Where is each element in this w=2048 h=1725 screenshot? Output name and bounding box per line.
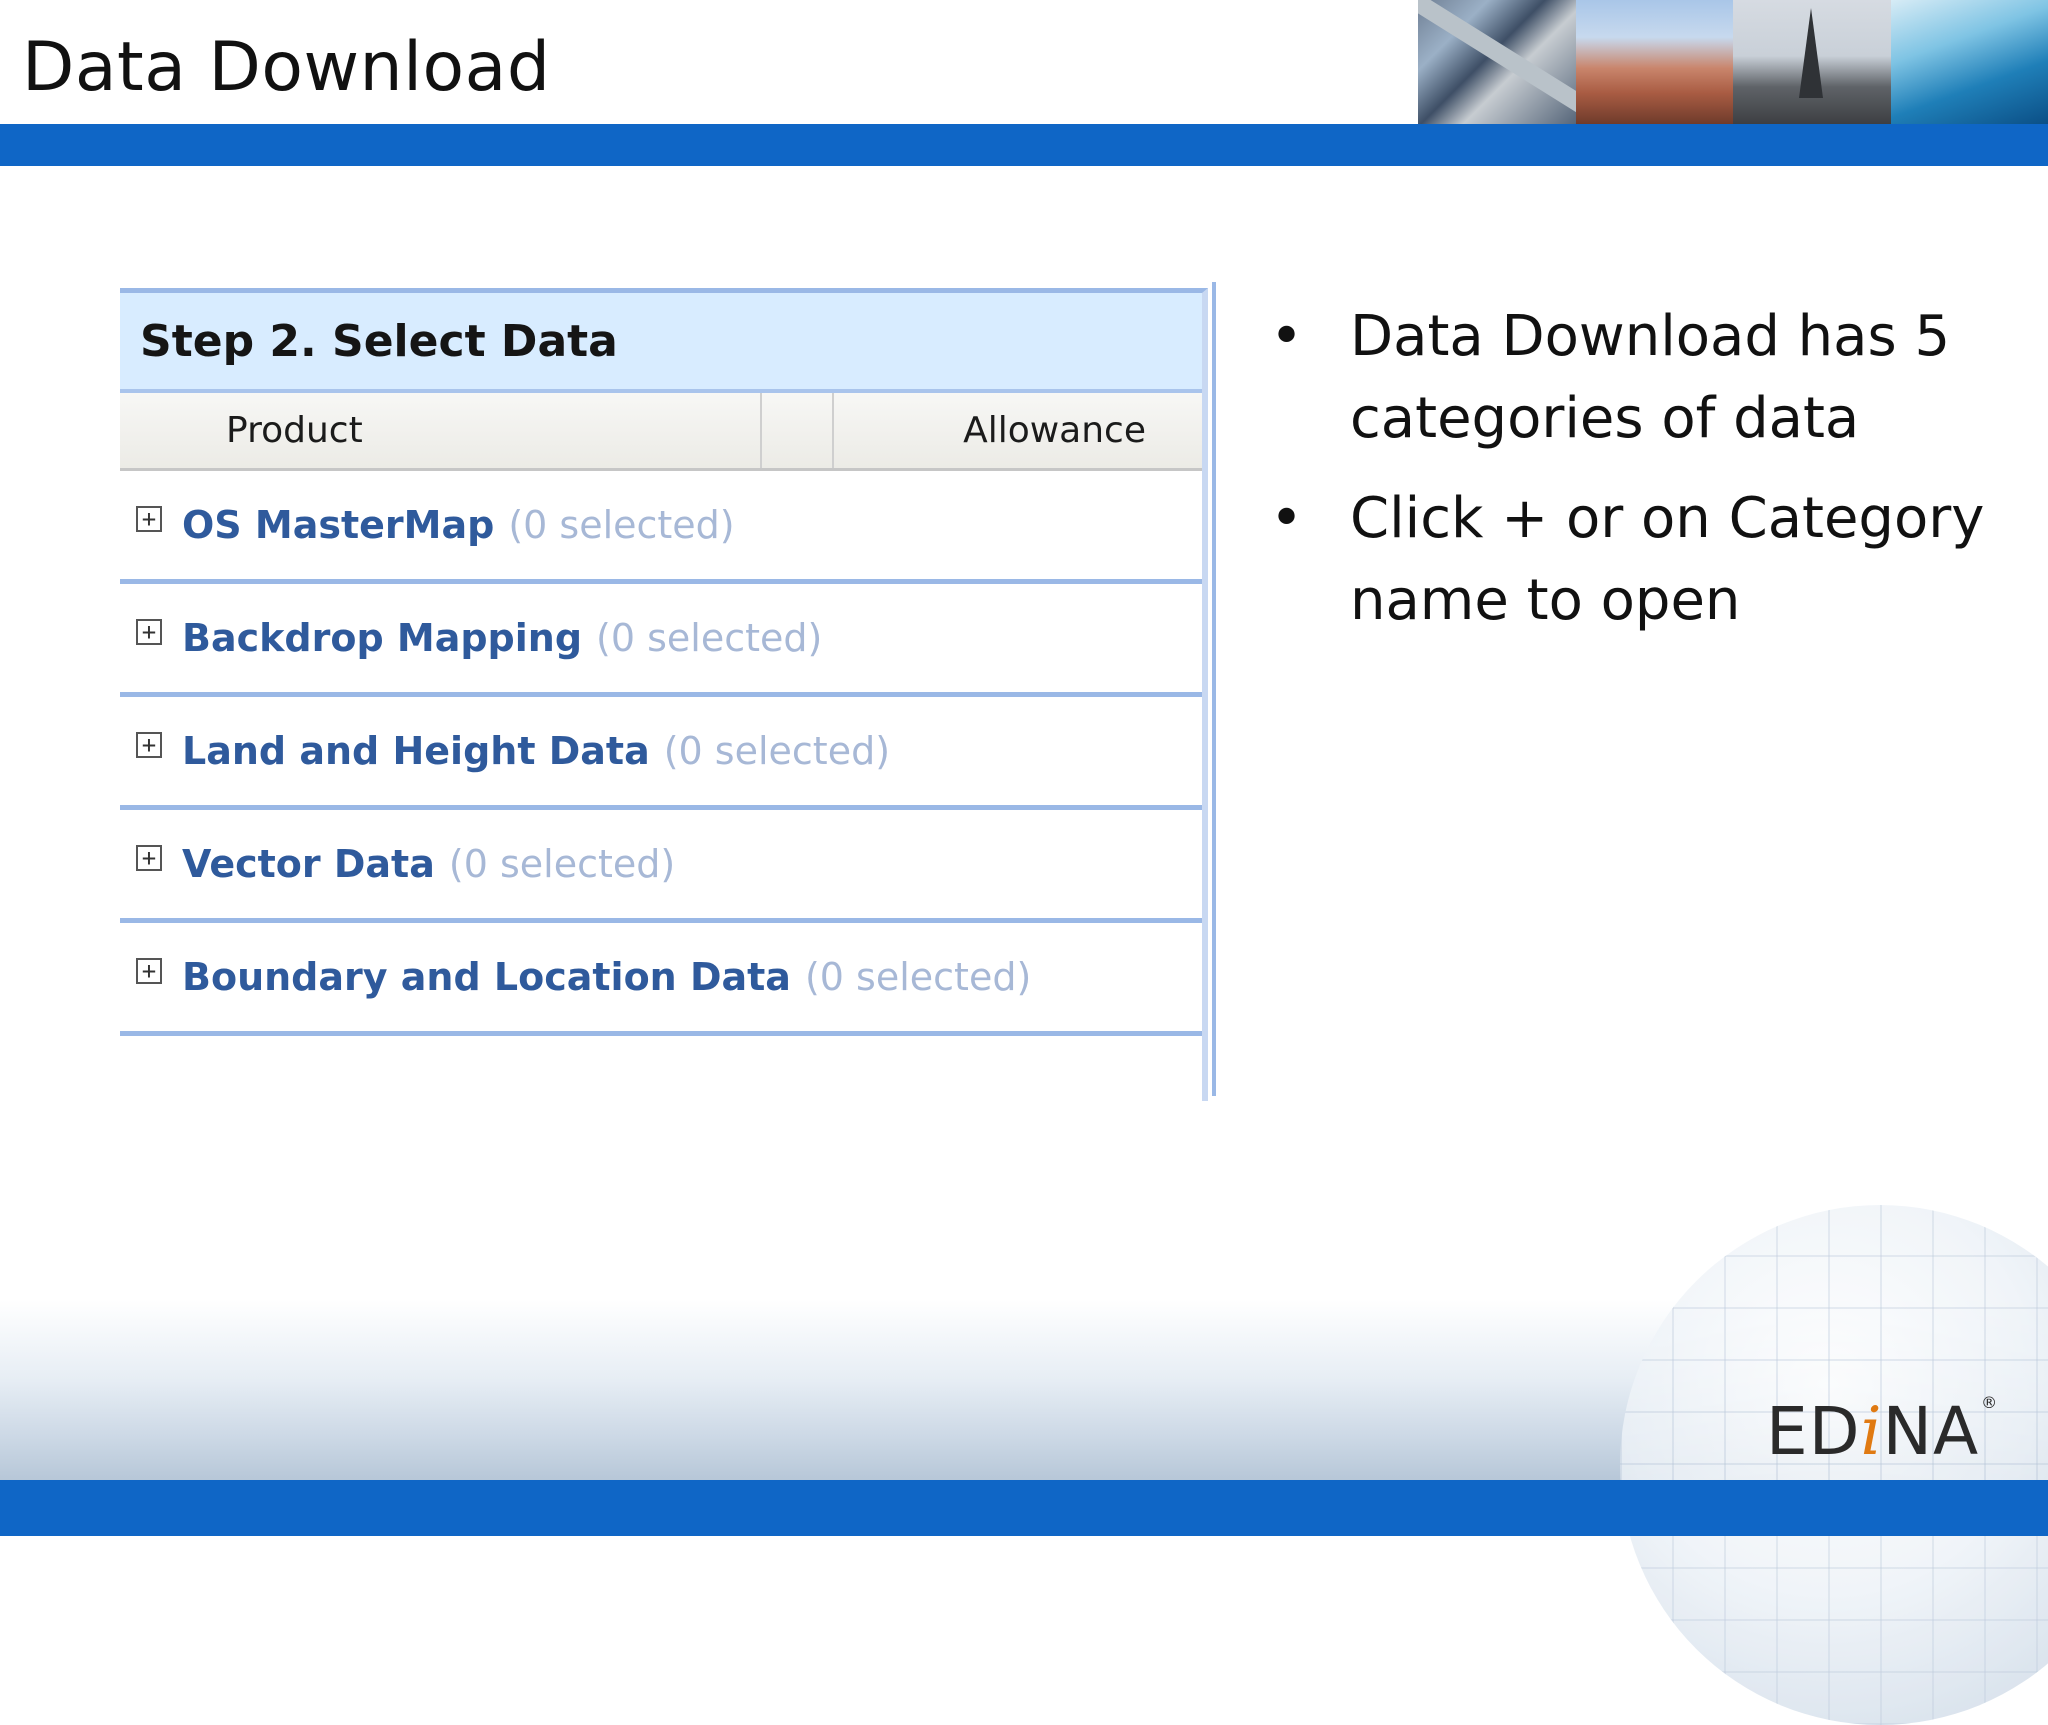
bullet-item: Data Download has 5 categories of data [1270, 296, 1990, 460]
category-name[interactable]: Boundary and Location Data [182, 955, 791, 999]
footer-bar [0, 1480, 2048, 1536]
expand-icon[interactable]: + [136, 506, 162, 532]
slide-title: Data Download [22, 28, 551, 107]
aerial-city-photo [1418, 0, 1576, 124]
column-allowance[interactable]: Allowance [834, 393, 1202, 468]
expand-icon[interactable]: + [136, 845, 162, 871]
category-row-os-mastermap[interactable]: + OS MasterMap (0 selected) [120, 471, 1202, 584]
bullet-list: Data Download has 5 categories of data C… [1270, 296, 1990, 660]
column-allowance-label: Allowance [963, 410, 1146, 451]
category-selected-count: (0 selected) [805, 955, 1031, 999]
rock-formation-photo [1576, 0, 1734, 124]
category-row-backdrop-mapping[interactable]: + Backdrop Mapping (0 selected) [120, 584, 1202, 697]
city-skyline-photo [1733, 0, 1891, 124]
category-row-land-and-height-data[interactable]: + Land and Height Data (0 selected) [120, 697, 1202, 810]
select-data-panel: Step 2. Select Data Product Allowance + … [120, 288, 1208, 1101]
column-header-row: Product Allowance [120, 389, 1202, 471]
category-row-vector-data[interactable]: + Vector Data (0 selected) [120, 810, 1202, 923]
header-bar [0, 124, 2048, 166]
panel-divider [1212, 282, 1216, 1096]
header-photo-strip [1418, 0, 2048, 124]
ocean-wave-photo [1891, 0, 2048, 124]
category-selected-count: (0 selected) [508, 503, 734, 547]
category-selected-count: (0 selected) [596, 616, 822, 660]
category-selected-count: (0 selected) [449, 842, 675, 886]
column-product-label: Product [226, 410, 363, 451]
edina-logo: EDiNA® [1766, 1393, 1998, 1470]
bullet-item: Click + or on Category name to open [1270, 478, 1990, 642]
category-name[interactable]: Land and Height Data [182, 729, 650, 773]
category-selected-count: (0 selected) [664, 729, 890, 773]
column-blank [762, 393, 834, 468]
category-name[interactable]: OS MasterMap [182, 503, 494, 547]
expand-icon[interactable]: + [136, 619, 162, 645]
expand-icon[interactable]: + [136, 958, 162, 984]
column-product[interactable]: Product [120, 393, 762, 468]
expand-icon[interactable]: + [136, 732, 162, 758]
category-name[interactable]: Vector Data [182, 842, 435, 886]
category-row-boundary-and-location-data[interactable]: + Boundary and Location Data (0 selected… [120, 923, 1202, 1036]
panel-heading: Step 2. Select Data [120, 293, 1202, 389]
category-name[interactable]: Backdrop Mapping [182, 616, 582, 660]
